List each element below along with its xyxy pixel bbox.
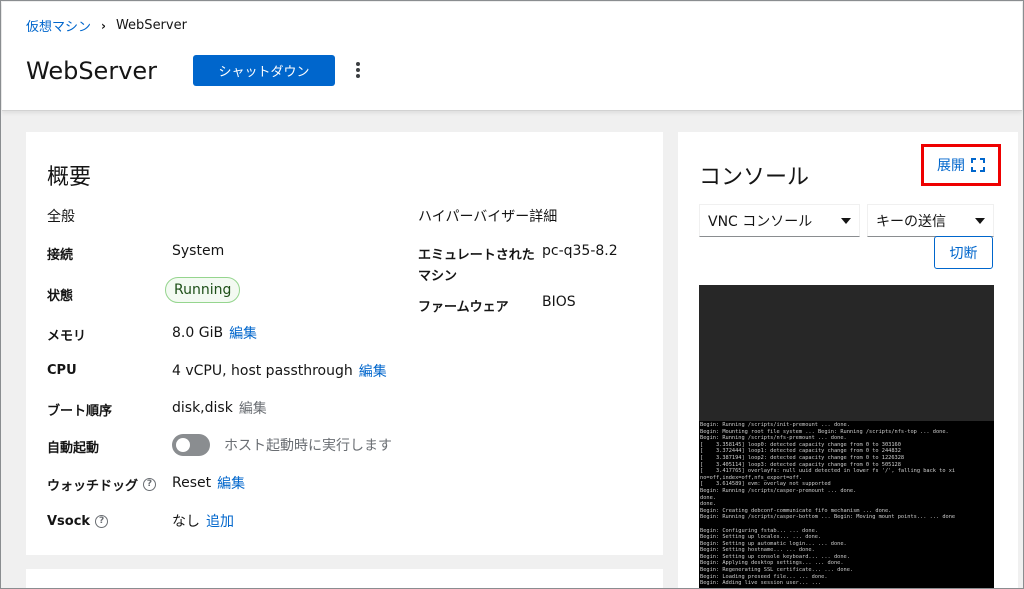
- autostart-toggle-label: ホスト起動時に実行します: [224, 438, 392, 454]
- breadcrumb: 仮想マシン › WebServer: [26, 16, 187, 35]
- vsock-label-row: Vsock ?: [47, 514, 109, 529]
- shutdown-button[interactable]: シャットダウン: [193, 55, 335, 86]
- boot-order-label: ブート順序: [47, 404, 113, 419]
- watchdog-label: ウォッチドッグ: [47, 479, 139, 494]
- emulated-machine-label-line1: エミュレートされた: [418, 248, 535, 263]
- memory-label: メモリ: [47, 329, 87, 344]
- autostart-toggle[interactable]: [172, 434, 210, 456]
- emulated-machine-label-line2: マシン: [418, 269, 458, 284]
- memory-value: 8.0 GiB: [172, 325, 224, 341]
- boot-order-row: disk,disk 編集: [172, 398, 267, 418]
- general-section-title: 全般: [47, 209, 75, 225]
- overview-title: 概要: [47, 165, 92, 190]
- vnc-console-header: [699, 285, 994, 421]
- console-type-value: VNC コンソール: [708, 213, 813, 230]
- console-title: コンソール: [699, 165, 810, 190]
- expand-label: 展開: [937, 158, 965, 174]
- chevron-down-icon: [975, 217, 985, 224]
- hypervisor-section-title: ハイパーバイザー詳細: [418, 209, 558, 225]
- disconnect-button[interactable]: 切断: [934, 236, 993, 269]
- emulated-machine-value: pc-q35-8.2: [542, 243, 618, 259]
- help-icon[interactable]: ?: [143, 478, 157, 491]
- status-badge: Running: [165, 277, 241, 303]
- firmware-label: ファームウェア: [418, 300, 509, 315]
- vnc-console-screen[interactable]: Begin: Running /scripts/init-premount ..…: [699, 285, 994, 588]
- chevron-down-icon: [841, 217, 851, 224]
- watchdog-value: Reset: [172, 475, 212, 491]
- help-icon[interactable]: ?: [95, 515, 109, 528]
- kebab-menu-icon[interactable]: [352, 60, 364, 80]
- memory-edit-link[interactable]: 編集: [229, 323, 257, 343]
- next-card: [26, 569, 663, 588]
- page-header: 仮想マシン › WebServer WebServer シャットダウン: [2, 2, 1022, 111]
- connection-value: System: [172, 243, 225, 259]
- cpu-value: 4 vCPU, host passthrough: [172, 363, 353, 379]
- vsock-label: Vsock: [47, 514, 91, 529]
- send-key-select[interactable]: キーの送信: [867, 204, 994, 237]
- boot-order-edit-link[interactable]: 編集: [239, 398, 267, 418]
- vsock-value: なし: [172, 514, 200, 530]
- overview-card: 概要 全般 ハイパーバイザー詳細 接続 System 状態 Running メモ…: [26, 132, 663, 555]
- autostart-label: 自動起動: [47, 441, 100, 456]
- app-window: 仮想マシン › WebServer WebServer シャットダウン 概要 全…: [0, 0, 1024, 589]
- send-key-value: キーの送信: [876, 213, 946, 230]
- breadcrumb-current: WebServer: [115, 18, 187, 33]
- firmware-value: BIOS: [542, 294, 576, 310]
- watchdog-edit-link[interactable]: 編集: [217, 473, 245, 493]
- expand-icon: [971, 158, 985, 172]
- expand-button[interactable]: 展開: [921, 144, 1001, 186]
- breadcrumb-separator-icon: ›: [101, 18, 106, 33]
- page-title: WebServer: [26, 57, 158, 85]
- console-type-select[interactable]: VNC コンソール: [699, 204, 860, 237]
- connection-label: 接続: [47, 248, 74, 263]
- vnc-console-log: Begin: Running /scripts/init-premount ..…: [700, 422, 956, 587]
- emulated-machine-label: エミュレートされた マシン: [418, 244, 535, 284]
- cpu-edit-link[interactable]: 編集: [359, 361, 387, 381]
- vsock-add-link[interactable]: 追加: [206, 511, 234, 531]
- breadcrumb-link-vms[interactable]: 仮想マシン: [26, 16, 91, 35]
- cpu-label: CPU: [47, 363, 77, 378]
- console-card: コンソール 展開 VNC コンソール キーの送信 切断 Begin: Runni…: [678, 132, 1018, 588]
- vsock-row: なし 追加: [172, 511, 234, 531]
- watchdog-row: Reset 編集: [172, 473, 245, 493]
- boot-order-value: disk,disk: [172, 400, 233, 416]
- autostart-row: ホスト起動時に実行します: [172, 434, 392, 456]
- memory-row: 8.0 GiB 編集: [172, 323, 257, 343]
- state-value: Running: [165, 277, 241, 303]
- cpu-row: 4 vCPU, host passthrough 編集: [172, 361, 387, 381]
- watchdog-label-row: ウォッチドッグ ?: [47, 475, 157, 494]
- state-label: 状態: [47, 289, 74, 304]
